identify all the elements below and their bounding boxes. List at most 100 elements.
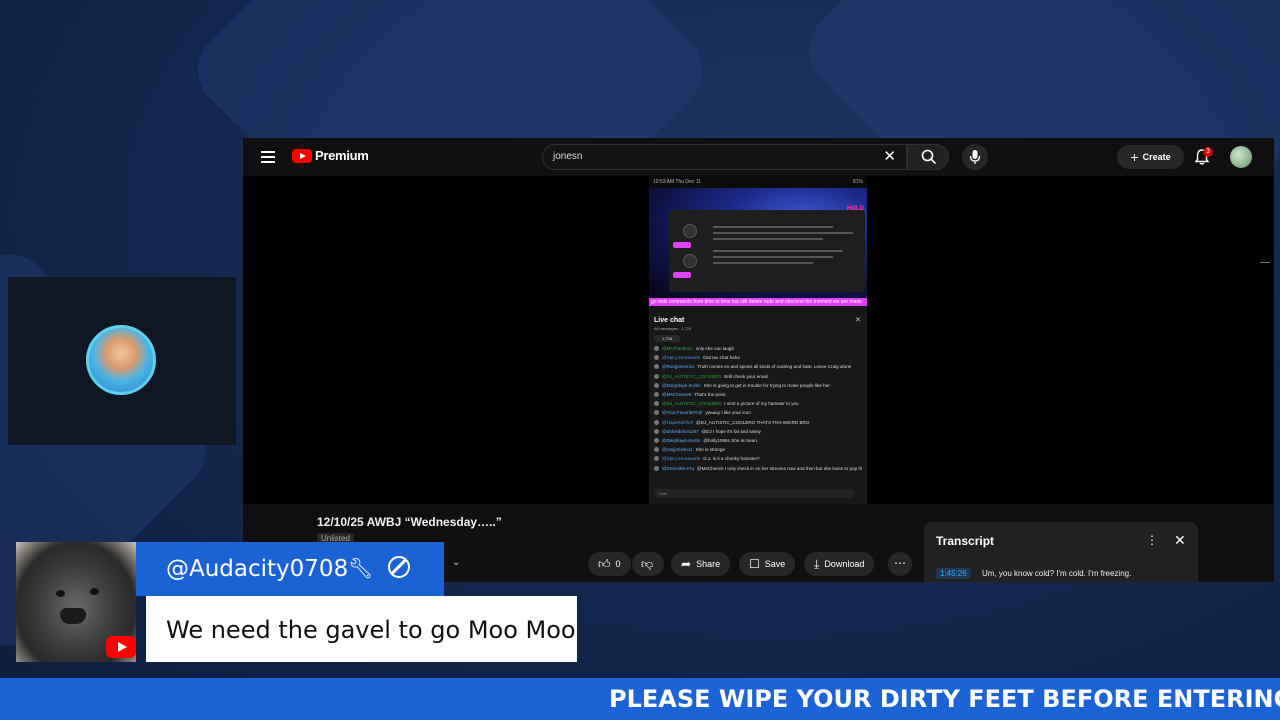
- live-chat-panel: Live chat All messages · 1,724 ✕ 1,738 @…: [649, 306, 867, 504]
- chat-username: @MsCheeze9: [662, 392, 692, 398]
- screen-status-bar: 10:53 AM Thu Dec 11 81%: [649, 176, 867, 188]
- chat-username: @dolcedolce1187: [662, 428, 699, 434]
- close-icon[interactable]: ✕: [1174, 532, 1186, 549]
- screen-status-time: 10:53 AM Thu Dec 11: [653, 179, 701, 185]
- transcript-timestamp[interactable]: 1:45:26: [936, 568, 971, 579]
- like-count: 0: [615, 559, 621, 569]
- live-chat-subtitle: All messages · 1,724: [654, 326, 692, 331]
- transcript-title: Transcript: [936, 534, 995, 548]
- dog-nose: [60, 608, 86, 624]
- download-button[interactable]: ⤓ Download: [804, 552, 875, 576]
- download-label: Download: [824, 559, 865, 569]
- logo-text: Premium: [315, 148, 369, 163]
- chat-username: @DJ_AUTISTIC_COOLBRO: [662, 401, 722, 407]
- video-player[interactable]: 10:53 AM Thu Dec 11 81% HOLD PLEASE: [243, 176, 1274, 504]
- commenter-name-bar: @Audacity0708 🔧︎: [136, 542, 444, 596]
- close-icon[interactable]: ✕: [883, 149, 896, 165]
- ban-icon: [388, 556, 410, 578]
- chat-avatar: [654, 364, 659, 370]
- youtube-logo-icon: [292, 148, 312, 163]
- more-icon[interactable]: ⋯: [888, 552, 912, 576]
- chat-message: @DJ_AUTISTIC_COOLBRO Brill check your ema…: [654, 372, 862, 381]
- chat-message: @Stormi85-s7q @MsCheeze I only check in o…: [654, 464, 862, 473]
- comment-text: We need the gavel to go Moo Moo: [166, 616, 576, 644]
- transcript-panel: Transcript ⋮ ✕ 1:45:26 Um, you know cold…: [924, 522, 1198, 582]
- chat-text: She is going to get in trouble for tryin…: [703, 382, 831, 388]
- screen-status-battery: 81%: [852, 179, 863, 185]
- commenter-name: @Audacity0708: [166, 556, 349, 582]
- screen-text-line: [713, 226, 833, 228]
- plus-icon: +: [1130, 149, 1139, 165]
- share-button[interactable]: ➦ Share: [671, 552, 731, 576]
- account-avatar[interactable]: [1230, 146, 1252, 168]
- dislike-icon: 👎︎: [641, 556, 654, 571]
- save-button[interactable]: ☐ Save: [739, 552, 796, 576]
- chat-avatar: [654, 410, 659, 416]
- search-icon: [921, 149, 937, 165]
- chat-avatar: [654, 465, 659, 471]
- like-button[interactable]: 👍︎ 0: [588, 552, 631, 576]
- chat-username: @Darylkays-Invitin: [662, 438, 701, 444]
- dog-eye: [56, 590, 65, 597]
- chat-avatar: [654, 447, 659, 453]
- player-edge-mark: [1260, 262, 1270, 263]
- chat-text: that tax chat haha: [703, 355, 740, 361]
- chat-text: @DJ_AUTISTIC_COOLBRO THATS FKN WEIRD BRO: [695, 419, 810, 425]
- chat-message: @Ranjjonesn11 Truth comes on and spews al…: [654, 362, 862, 371]
- transcript-line[interactable]: Um, you know cold? I'm cold. I'm freezin…: [982, 569, 1131, 578]
- more-icon[interactable]: ⋮: [1146, 533, 1158, 547]
- chat-avatar: [654, 438, 659, 444]
- chat-text: @MsCheeze I only check in on her streams…: [696, 465, 862, 471]
- chat-avatar: [654, 419, 659, 425]
- save-icon: ☐: [749, 557, 760, 571]
- chat-text: yeaaay I like your icon: [705, 410, 751, 416]
- chat-username: @ranjjonesn11: [662, 447, 693, 453]
- voice-search-button[interactable]: [962, 144, 988, 170]
- dog-eye: [90, 588, 99, 595]
- chat-username: @Daryldays-Invitin: [662, 382, 701, 388]
- streamer-avatar: [86, 325, 156, 395]
- chat-avatar: [654, 382, 659, 388]
- save-label: Save: [764, 559, 786, 569]
- search-input[interactable]: jonesn ✕: [542, 144, 907, 170]
- chat-username: @Ranjjonesn11: [662, 364, 695, 370]
- comment-bar: We need the gavel to go Moo Moo: [146, 596, 577, 662]
- screen-hero: HOLD PLEASE: [649, 188, 867, 298]
- notification-badge: 3: [1203, 147, 1213, 157]
- screen-text-line: [713, 256, 833, 258]
- chat-text: Truth comes on and spews all kinds of cu…: [697, 364, 852, 370]
- screen-text-line: [713, 250, 843, 252]
- embedded-screen-share: 10:53 AM Thu Dec 11 81% HOLD PLEASE: [649, 176, 867, 504]
- create-label: Create: [1142, 152, 1171, 162]
- share-icon: ➦: [681, 557, 692, 571]
- share-label: Share: [696, 559, 721, 569]
- chat-text: only she can laugh: [695, 346, 735, 351]
- screen-avatar: [683, 254, 697, 268]
- chat-avatar: [654, 456, 659, 462]
- search-button[interactable]: [907, 144, 949, 170]
- chat-username: @DJ_AUTISTIC_COOLBRO: [662, 373, 722, 379]
- screen-text-line: [713, 232, 853, 234]
- download-icon: ⤓: [814, 556, 820, 571]
- chat-message: @HaplessChef @DJ_AUTISTIC_COOLBRO THATS F…: [654, 418, 862, 427]
- chat-message: @Darylkays-Invitin @holly1995c She is mea…: [654, 436, 862, 445]
- chat-message: @Spicy.Housewife that tax chat haha: [654, 353, 862, 362]
- screen-pink-ticker: go mds comments from time to time but st…: [649, 298, 867, 306]
- chat-message: @dolcedolce1187 @DJ I hope it's fat and s…: [654, 427, 862, 436]
- chat-message: @Spicy.Housewife D.J. is it a chonky hams…: [654, 454, 862, 463]
- chat-text: D.J. is it a chonky hamster?: [703, 456, 760, 462]
- screen-text-line: [713, 238, 823, 240]
- chevron-down-icon[interactable]: ⌄: [452, 557, 460, 568]
- bottom-ticker: PLEASE WIPE YOUR DIRTY FEET BEFORE ENTER…: [0, 678, 1280, 720]
- screen-pink-tag: [673, 272, 691, 278]
- chat-message: @MsCheeze9 That's the point: [654, 390, 862, 399]
- chat-input: Chat...: [654, 489, 854, 498]
- chat-text: That's the point: [694, 392, 726, 398]
- youtube-logo[interactable]: Premium: [292, 148, 369, 163]
- create-button[interactable]: + Create: [1117, 145, 1184, 169]
- chat-text: @holly1995c She is mean.: [703, 438, 759, 444]
- search-value: jonesn: [553, 151, 583, 162]
- viewer-count-pill: 1,738: [654, 335, 680, 342]
- dislike-button[interactable]: 👎︎: [632, 552, 664, 576]
- menu-icon[interactable]: [261, 151, 275, 163]
